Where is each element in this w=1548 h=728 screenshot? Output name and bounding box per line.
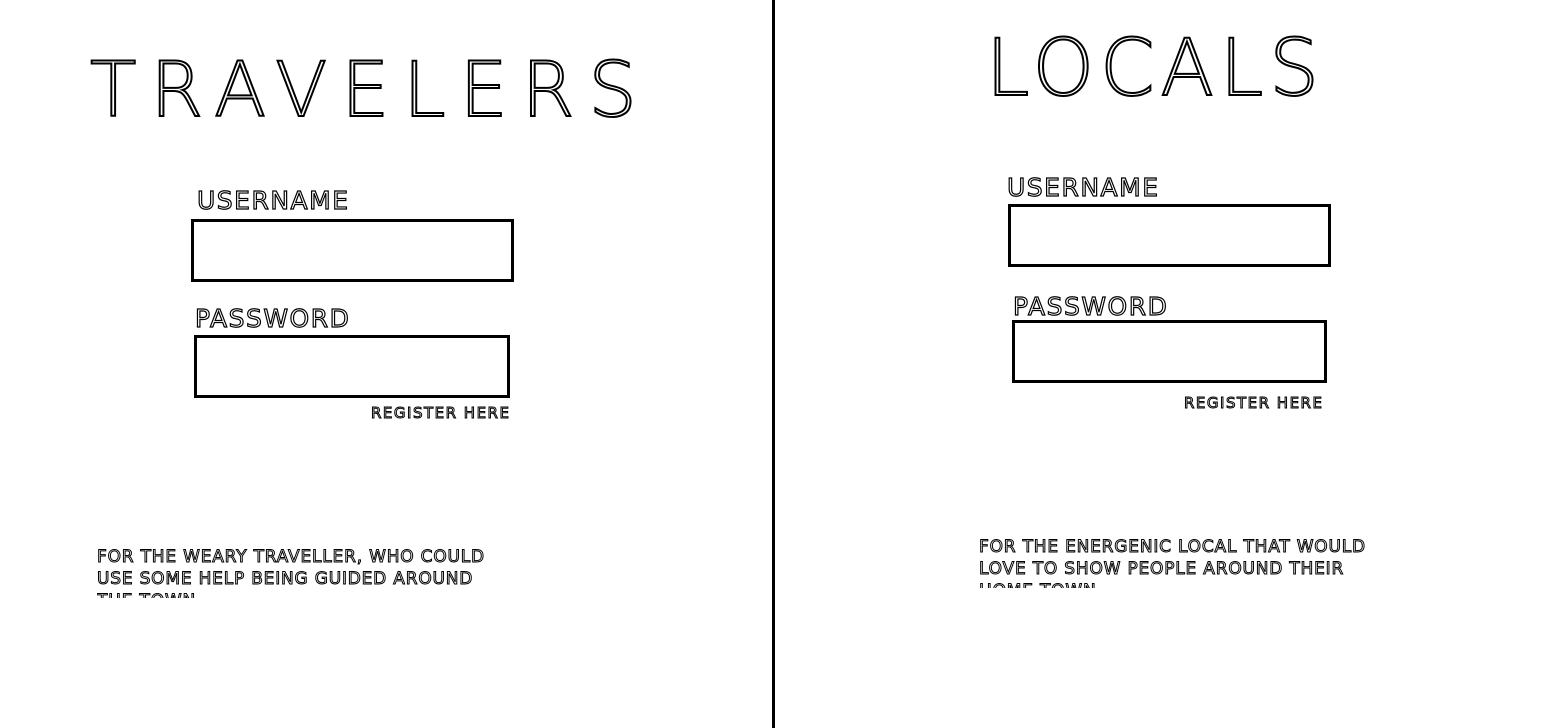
locals-tagline: FOR THE ENERGENIC LOCAL THAT WOULD LOVE … [979,537,1366,589]
locals-password-input[interactable] [1012,320,1327,383]
travelers-register-link[interactable]: REGISTER HERE [370,405,510,421]
locals-username-input[interactable] [1008,204,1331,267]
travelers-panel: TRAVELERS USERNAME PASSWORD REGISTER HER… [0,0,772,728]
locals-panel: LOCALS USERNAME PASSWORD REGISTER HERE F… [775,0,1548,728]
locals-register-link[interactable]: REGISTER HERE [1183,395,1323,411]
travelers-username-input[interactable] [191,219,514,282]
locals-title: LOCALS [985,24,1325,114]
travelers-tagline: FOR THE WEARY TRAVELLER, WHO COULD USE S… [97,547,485,599]
travelers-password-input[interactable] [194,335,510,398]
locals-password-label: PASSWORD [1012,292,1169,321]
travelers-username-label: USERNAME [196,186,350,215]
travelers-password-label: PASSWORD [194,304,351,333]
travelers-title: TRAVELERS [89,45,651,134]
locals-username-label: USERNAME [1006,173,1160,202]
